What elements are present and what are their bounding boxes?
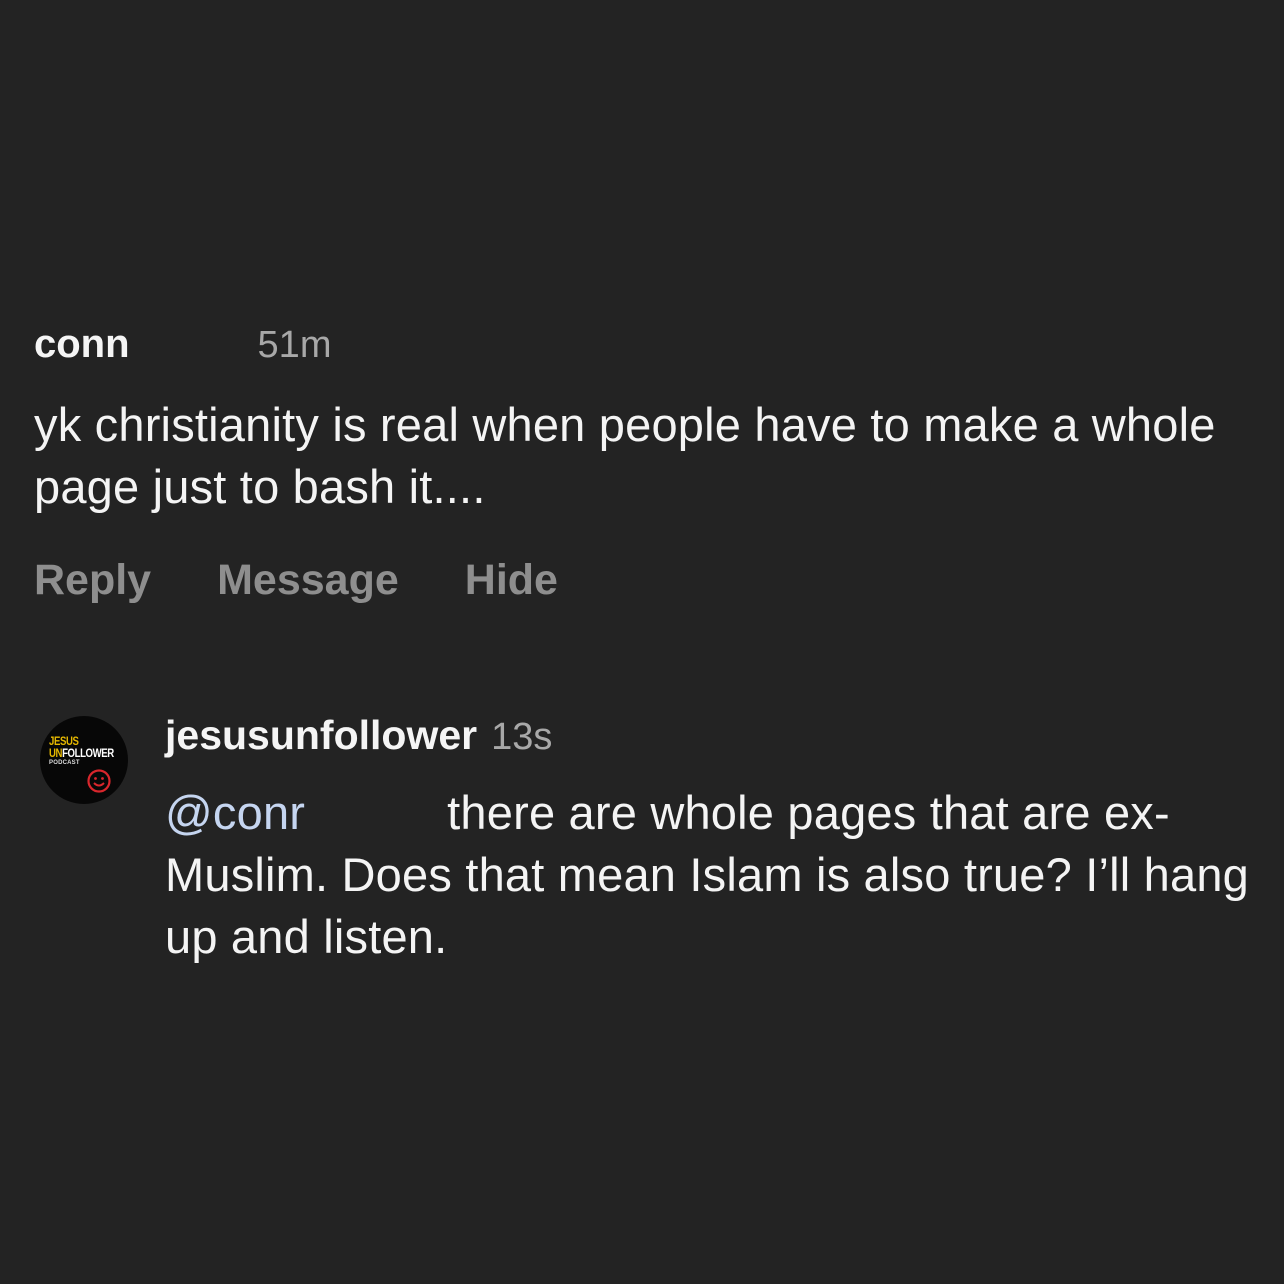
comment-header: conn 51m <box>34 322 1274 378</box>
reply-button[interactable]: Reply <box>34 556 151 605</box>
avatar-logo-line2: UNFOLLOWER <box>49 747 114 759</box>
reply-username[interactable]: jesusunfollower <box>165 712 477 759</box>
mention-link[interactable]: @conr <box>165 786 305 839</box>
comment-actions: Reply Message Hide <box>34 556 1274 605</box>
comment-text: yk christianity is real when people have… <box>34 398 1216 513</box>
comment-item: conn 51m yk christianity is real when peo… <box>34 322 1274 605</box>
smiley-icon <box>87 769 111 793</box>
reply-comment-header: jesusunfollower 13s <box>165 712 1265 764</box>
avatar[interactable]: JESUS UNFOLLOWER PODCAST <box>40 716 128 804</box>
avatar-logo-line2-rest: FOLLOWER <box>62 746 114 760</box>
reply-comment-body: jesusunfollower 13s @conr there are whole… <box>165 712 1265 968</box>
message-button[interactable]: Message <box>217 556 399 605</box>
reply-comment-text: @conr there are whole pages that are ex-M… <box>165 782 1265 968</box>
hide-button[interactable]: Hide <box>465 556 558 605</box>
comment-username[interactable]: conn <box>34 322 130 367</box>
comment-timestamp: 51m <box>257 324 332 366</box>
avatar-logo-line2-prefix: UN <box>49 746 63 760</box>
avatar-logo-line3: PODCAST <box>49 760 80 766</box>
reply-timestamp: 13s <box>491 716 553 758</box>
reply-text: there are whole pages that are ex-Muslim… <box>165 786 1250 963</box>
